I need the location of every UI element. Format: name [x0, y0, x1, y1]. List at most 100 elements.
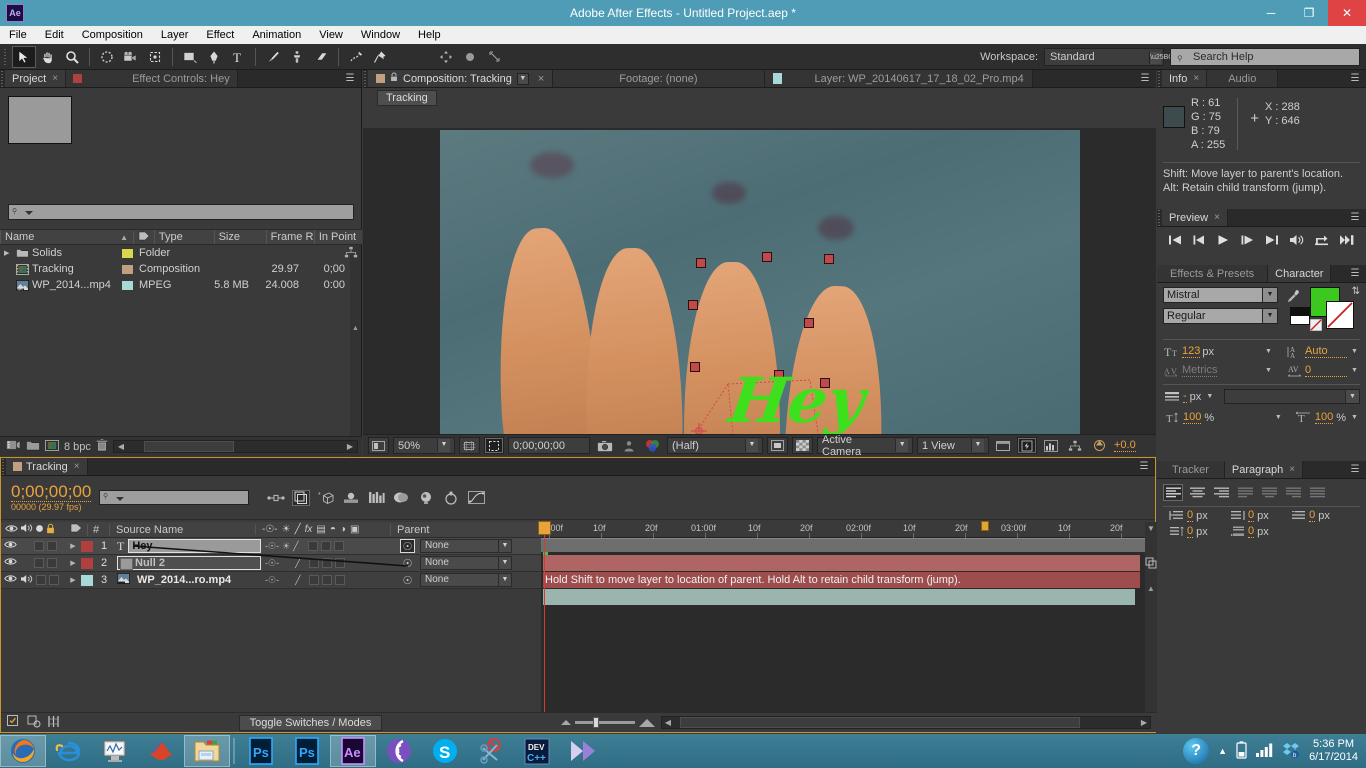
project-row-footage[interactable]: MP4 WP_2014...mp4 MPEG 5.8 MB 24.008 0:0…: [0, 277, 362, 293]
zoom-in-icon[interactable]: [638, 718, 655, 727]
tracker-handle[interactable]: [761, 252, 772, 262]
scroll-up-icon[interactable]: ▲: [350, 323, 361, 334]
project-search-input[interactable]: [8, 204, 354, 220]
taskbar-photoshop-2-icon[interactable]: Ps: [284, 735, 330, 767]
stroke-color-swatch[interactable]: [1326, 301, 1354, 329]
panel-grip[interactable]: [363, 70, 368, 87]
bit-depth-label[interactable]: 8 bpc: [64, 441, 91, 453]
project-hierarchy-icon[interactable]: [344, 246, 358, 260]
frame-blend-switch[interactable]: [320, 541, 331, 551]
effects-switch[interactable]: [309, 575, 320, 585]
tab-project[interactable]: Project ×: [5, 70, 67, 87]
close-icon[interactable]: ×: [1289, 464, 1295, 475]
layer-name-cell[interactable]: T Hey: [115, 539, 261, 554]
panel-grip[interactable]: [0, 70, 5, 87]
parent-select[interactable]: None ▼: [420, 539, 512, 553]
scrollbar-thumb[interactable]: [679, 717, 1080, 728]
header-source-name[interactable]: Source Name: [109, 523, 255, 536]
camera-tool-icon[interactable]: [119, 46, 143, 68]
pick-whip-icon[interactable]: ☉: [400, 573, 415, 587]
layer-label-color[interactable]: [81, 574, 93, 586]
space-after-field[interactable]: 0 px: [1230, 525, 1291, 538]
roto-brush-tool-icon[interactable]: [344, 46, 368, 68]
layer-bar-footage[interactable]: [543, 589, 1135, 605]
tab-tracker[interactable]: Tracker: [1157, 461, 1225, 478]
work-area-bar[interactable]: [541, 538, 1145, 552]
tab-audio[interactable]: Audio: [1207, 70, 1279, 87]
tracker-handle[interactable]: [687, 300, 698, 310]
panel-menu-icon[interactable]: ☰: [1344, 209, 1366, 226]
menu-animation[interactable]: Animation: [243, 26, 310, 44]
taskbar-bittorrent-icon[interactable]: [376, 735, 422, 767]
vertical-scale-value[interactable]: 100: [1183, 411, 1202, 424]
row-label-color[interactable]: [115, 248, 139, 258]
scroll-right-icon[interactable]: ▶: [1138, 718, 1150, 727]
panel-grip[interactable]: [1157, 70, 1162, 87]
chevron-down-icon[interactable]: ▼: [498, 557, 511, 569]
first-frame-button[interactable]: [1168, 234, 1182, 249]
selection-tool-icon[interactable]: [12, 45, 36, 68]
hide-shy-layers-icon[interactable]: [27, 715, 41, 731]
indent-left-value[interactable]: 0: [1187, 509, 1194, 522]
toggle-mask-paths-icon[interactable]: [484, 437, 504, 454]
audio-icon[interactable]: [20, 574, 33, 587]
zoom-knob[interactable]: [592, 717, 599, 728]
eye-icon[interactable]: [4, 557, 17, 569]
timeline-search-input[interactable]: [99, 490, 250, 505]
pixel-aspect-correction-icon[interactable]: [993, 437, 1013, 454]
frame-blend-switch[interactable]: [322, 575, 333, 585]
layer-label-color[interactable]: [81, 540, 93, 552]
chevron-down-icon[interactable]: ▼: [498, 574, 511, 586]
audio-toggle-button[interactable]: [1289, 234, 1304, 249]
solo-toggle[interactable]: [34, 558, 44, 568]
menu-window[interactable]: Window: [352, 26, 409, 44]
shape-tool-icon[interactable]: [178, 46, 202, 68]
close-icon[interactable]: ×: [1193, 73, 1199, 84]
lock-toggle[interactable]: [47, 558, 57, 568]
comp-flowchart-icon[interactable]: [1065, 437, 1085, 454]
align-center-button[interactable]: [1187, 484, 1207, 501]
chevron-down-icon[interactable]: \u25BC: [1149, 51, 1173, 64]
taskbar-snipping-tool-icon[interactable]: [468, 735, 514, 767]
chevron-down-icon[interactable]: ▼: [1262, 288, 1277, 302]
menu-help[interactable]: Help: [409, 26, 450, 44]
take-snapshot-icon[interactable]: [594, 437, 616, 454]
preview-time-field[interactable]: 0;00;00;00: [508, 437, 590, 454]
justify-last-center-button[interactable]: [1259, 484, 1279, 501]
close-icon[interactable]: ×: [52, 73, 58, 84]
indent-first-line-value[interactable]: 0: [1309, 509, 1316, 522]
transform-gizmo-icon[interactable]: [434, 46, 458, 68]
indent-left-margin-field[interactable]: 0 px: [1169, 509, 1230, 522]
close-icon[interactable]: ×: [538, 73, 544, 85]
close-icon[interactable]: ×: [74, 461, 80, 472]
interpret-footage-icon[interactable]: [6, 439, 21, 454]
justify-last-left-button[interactable]: [1235, 484, 1255, 501]
font-family-select[interactable]: Mistral ▼: [1163, 287, 1278, 303]
motion-blur-switch[interactable]: [335, 575, 346, 585]
scroll-left-icon[interactable]: ◀: [662, 718, 674, 727]
project-horizontal-scrollbar[interactable]: ◀ ▶: [112, 440, 358, 453]
rotation-tool-icon[interactable]: [95, 46, 119, 68]
align-right-button[interactable]: [1211, 484, 1231, 501]
chevron-down-icon[interactable]: ▼: [745, 439, 758, 452]
panel-menu-icon[interactable]: ☰: [1344, 265, 1366, 282]
hand-tool-icon[interactable]: [36, 46, 60, 68]
view-layout-select[interactable]: 1 View ▼: [917, 437, 989, 454]
parent-select[interactable]: None ▼: [420, 556, 512, 570]
taskbar-system-monitor-icon[interactable]: [92, 735, 138, 767]
workspace-select[interactable]: Standard \u25BC: [1044, 47, 1173, 66]
layer-bar-hey[interactable]: [543, 555, 1140, 571]
ram-preview-button[interactable]: [1339, 234, 1355, 249]
show-channel-icon[interactable]: [642, 437, 663, 454]
region-of-interest-icon[interactable]: [767, 437, 788, 454]
space-after-value[interactable]: 0: [1248, 525, 1255, 538]
layer-parent-cell[interactable]: ☉ None ▼: [396, 556, 541, 570]
space-before-value[interactable]: 0: [1187, 525, 1194, 538]
show-hidden-icons-icon[interactable]: ▲: [1218, 746, 1227, 756]
choose-grid-guides-icon[interactable]: [459, 437, 480, 454]
camera-view-select[interactable]: Active Camera ▼: [817, 434, 913, 458]
panel-menu-icon[interactable]: ☰: [339, 70, 361, 87]
toggle-transparency-grid-icon[interactable]: [792, 437, 813, 454]
tab-paragraph[interactable]: Paragraph ×: [1224, 461, 1304, 478]
scroll-right-icon[interactable]: ▶: [343, 442, 357, 451]
